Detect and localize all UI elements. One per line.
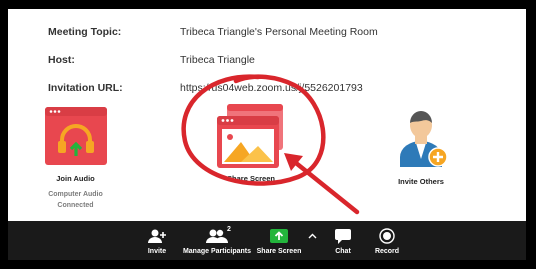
chat-bubble-icon	[335, 228, 351, 244]
share-screen-icon	[217, 104, 283, 168]
chat-button[interactable]: Chat	[332, 224, 354, 255]
share-screen-feature-button[interactable]: Share Screen	[211, 102, 291, 183]
add-person-icon	[148, 229, 166, 243]
share-screen-toolbar-label: Share Screen	[256, 248, 302, 255]
audio-status-line2: Connected	[57, 202, 94, 209]
chevron-up-icon	[308, 233, 316, 239]
invitation-url-link[interactable]: https://us04web.zoom.us/j/5526201793	[180, 82, 363, 94]
manage-participants-button[interactable]: Manage Participants 2	[178, 224, 256, 255]
manage-participants-label: Manage Participants	[182, 248, 252, 255]
host-label: Host:	[48, 54, 75, 66]
invite-label: Invite	[147, 248, 167, 255]
join-audio-label: Join Audio	[56, 174, 95, 183]
invite-others-label: Invite Others	[398, 177, 444, 186]
participants-icon	[206, 229, 228, 243]
annotation-arrow-shaft	[288, 156, 360, 215]
invite-others-button[interactable]: Invite Others	[390, 107, 452, 186]
join-audio-button[interactable]: Join Audio Computer Audio Connected	[43, 106, 108, 211]
meeting-topic-label: Meeting Topic:	[48, 26, 122, 38]
audio-status-line1: Computer Audio	[48, 191, 103, 198]
share-screen-arrow-icon	[270, 229, 288, 243]
invite-toolbar-button[interactable]: Invite	[142, 224, 172, 255]
record-icon	[379, 228, 395, 244]
share-options-caret[interactable]	[306, 224, 318, 248]
meeting-topic-value: Tribeca Triangle's Personal Meeting Room	[180, 26, 378, 38]
share-screen-label: Share Screen	[227, 174, 275, 183]
headphones-icon	[44, 107, 107, 165]
meeting-toolbar: Invite Manage Participants 2 Share Scree…	[8, 221, 526, 260]
participant-count-badge: 2	[227, 226, 231, 233]
invite-person-icon	[400, 111, 448, 167]
record-label: Record	[374, 248, 400, 255]
meeting-window: Meeting Topic: Tribeca Triangle's Person…	[8, 9, 526, 260]
invitation-url-label: Invitation URL:	[48, 82, 123, 94]
chat-label: Chat	[335, 248, 351, 255]
record-button[interactable]: Record	[372, 224, 402, 255]
host-value: Tribeca Triangle	[180, 54, 255, 66]
share-screen-toolbar-button[interactable]: Share Screen	[255, 224, 303, 255]
